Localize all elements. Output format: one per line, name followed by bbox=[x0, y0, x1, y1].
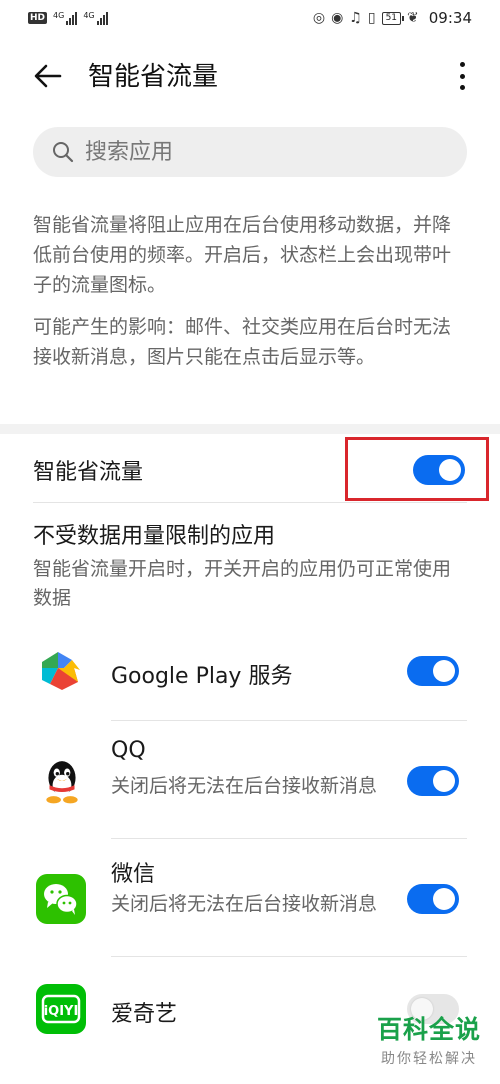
more-dot bbox=[459, 62, 465, 67]
hd-badge: HD bbox=[28, 12, 48, 24]
hd-voice-icon: ◎ bbox=[312, 10, 326, 26]
more-options-button[interactable] bbox=[452, 58, 472, 94]
signal-icon-2: 4G bbox=[83, 11, 108, 25]
headphones-icon: ♫ bbox=[349, 10, 362, 26]
more-dot bbox=[459, 73, 465, 79]
status-left: HD 4G 4G bbox=[28, 11, 108, 25]
watermark: 百科全说 助你轻松解决 bbox=[370, 1010, 488, 1076]
app-switch-qq[interactable] bbox=[407, 766, 459, 796]
highlight-box bbox=[345, 437, 489, 501]
search-icon bbox=[53, 142, 74, 163]
page-title: 智能省流量 bbox=[88, 62, 219, 92]
vibrate-icon: ▯ bbox=[367, 10, 376, 26]
app-switch-google-play-services[interactable] bbox=[407, 656, 459, 686]
watermark-title: 百科全说 bbox=[376, 1015, 481, 1044]
svg-text:iQIYI: iQIYI bbox=[44, 1004, 79, 1019]
switch-knob bbox=[433, 770, 455, 792]
app-switch-wechat[interactable] bbox=[407, 884, 459, 914]
search-input[interactable] bbox=[85, 139, 445, 165]
status-bar: HD 4G 4G ◎ ◉ ♫ ▯ 51 ❦ 09:34 bbox=[0, 0, 500, 36]
app-name: Google Play 服务 bbox=[111, 664, 293, 689]
google-play-services-icon bbox=[42, 652, 80, 690]
app-note: 关闭后将无法在后台接收新消息 bbox=[111, 893, 378, 915]
app-name: 爱奇艺 bbox=[111, 1002, 178, 1027]
iqiyi-icon: iQIYI bbox=[36, 984, 86, 1034]
app-row-wechat[interactable]: 微信 关闭后将无法在后台接收新消息 bbox=[0, 840, 500, 956]
description-paragraph: 智能省流量将阻止应用在后台使用移动数据，并降低前台使用的频率。开启后，状态栏上会… bbox=[33, 214, 452, 296]
feature-description: 智能省流量将阻止应用在后台使用移动数据，并降低前台使用的频率。开启后，状态栏上会… bbox=[33, 210, 469, 372]
qq-penguin-icon bbox=[46, 761, 78, 804]
eye-icon: ◉ bbox=[331, 10, 344, 26]
app-note: 关闭后将无法在后台接收新消息 bbox=[111, 775, 378, 797]
wechat-icon bbox=[36, 874, 86, 924]
divider bbox=[111, 720, 467, 721]
search-bar[interactable] bbox=[33, 127, 467, 177]
divider bbox=[111, 838, 467, 839]
data-saver-label: 智能省流量 bbox=[33, 460, 144, 485]
app-row-google-play-services[interactable]: Google Play 服务 bbox=[0, 640, 500, 720]
unrestricted-apps-title: 不受数据用量限制的应用 bbox=[33, 524, 276, 549]
app-name: QQ bbox=[111, 738, 146, 763]
switch-knob bbox=[433, 660, 455, 682]
leaf-icon: ❦ bbox=[407, 10, 419, 26]
status-right: ◎ ◉ ♫ ▯ 51 ❦ 09:34 bbox=[313, 9, 472, 27]
clock: 09:34 bbox=[428, 9, 472, 27]
unrestricted-apps-subtitle: 智能省流量开启时，开关开启的应用仍可正常使用数据 bbox=[33, 558, 452, 609]
signal-icon: 4G bbox=[53, 11, 78, 25]
back-button[interactable] bbox=[30, 58, 66, 94]
divider bbox=[111, 956, 467, 957]
battery-icon: 51 bbox=[381, 11, 405, 25]
more-dot bbox=[459, 85, 465, 90]
app-bar: 智能省流量 bbox=[0, 44, 500, 106]
app-row-qq[interactable]: QQ 关闭后将无法在后台接收新消息 bbox=[0, 722, 500, 838]
arrow-left-icon bbox=[34, 64, 62, 88]
section-divider bbox=[0, 424, 500, 434]
divider bbox=[33, 502, 467, 503]
switch-knob bbox=[433, 888, 455, 910]
watermark-slogan: 助你轻松解决 bbox=[381, 1051, 477, 1067]
impact-paragraph: 可能产生的影响：邮件、社交类应用在后台时无法接收新消息，图片只能在点击后显示等。 bbox=[33, 316, 452, 368]
app-name: 微信 bbox=[111, 862, 156, 887]
